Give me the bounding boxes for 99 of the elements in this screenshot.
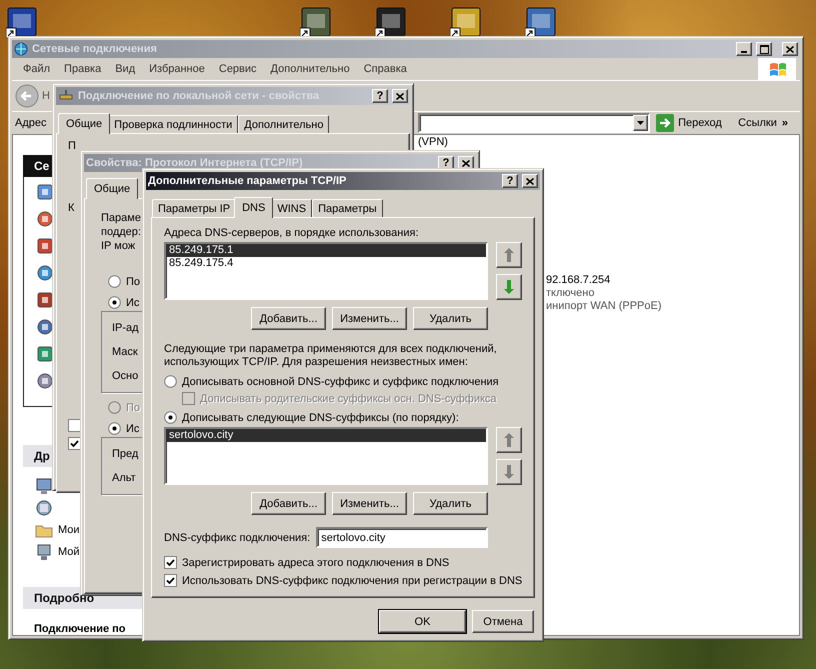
app-shortcut-icon[interactable] — [525, 6, 557, 38]
intro-text: Параме поддер: IP мож — [101, 211, 141, 253]
menu-item[interactable]: Избранное — [142, 63, 212, 75]
window-title: Сетевые подключения — [32, 43, 157, 55]
checkbox[interactable] — [68, 437, 81, 450]
checkbox-label: Зарегистрировать адреса этого подключения в DNS — [182, 556, 450, 568]
move-down-button[interactable] — [496, 274, 522, 300]
field-label: П — [68, 140, 76, 152]
radio-button[interactable] — [108, 275, 121, 288]
ok-button[interactable]: OK — [379, 610, 466, 633]
close-icon — [396, 92, 404, 100]
tab[interactable]: WINS — [271, 199, 312, 217]
back-button[interactable]: Н — [15, 84, 50, 108]
action-button[interactable]: Удалить — [413, 492, 488, 515]
down-arrow-icon — [504, 465, 514, 479]
close-button[interactable] — [392, 89, 408, 103]
app-shortcut-icon[interactable] — [375, 6, 407, 38]
maximize-icon — [760, 44, 768, 54]
option-label: Дописывать основной DNS-суффикс и суффикс подключения — [182, 376, 499, 388]
window-title: Дополнительные параметры TCP/IP — [148, 175, 346, 187]
radio-label: По — [126, 276, 140, 288]
group-heading: (VPN) — [418, 135, 448, 148]
menu-item[interactable]: Сервис — [212, 63, 264, 75]
up-arrow-icon — [504, 248, 514, 262]
note-text: Следующие три параметра применяются для всех подключений, использующих TCP/IP. Для разрешения неизвестных имен: — [164, 343, 498, 369]
up-arrow-icon — [504, 433, 514, 447]
list-item[interactable]: 85.249.175.1 — [166, 244, 486, 257]
suffix-field[interactable]: sertolovo.city — [316, 527, 488, 548]
action-button[interactable]: Добавить... — [251, 492, 326, 515]
list-box[interactable]: sertolovo.city — [164, 427, 488, 485]
task-pane-link[interactable]: Мой — [58, 546, 80, 558]
section-label: Адреса DNS-серверов, в порядке использования: — [164, 227, 420, 239]
list-item[interactable]: sertolovo.city — [166, 429, 486, 442]
field-label: DNS-суффикс подключения: — [164, 532, 310, 544]
radio-button[interactable] — [108, 296, 121, 309]
radio-button[interactable] — [164, 411, 177, 424]
field-label: Пред — [112, 448, 138, 460]
action-button[interactable]: Добавить... — [251, 307, 326, 330]
close-icon — [462, 160, 470, 166]
radio-button[interactable] — [164, 375, 177, 388]
option-label: Дописывать следующие DNS-суффиксы (по порядку): — [182, 412, 459, 424]
field-label: Осно — [112, 370, 138, 382]
tab[interactable]: Проверка подлинности — [108, 115, 238, 133]
cancel-button[interactable]: Отмена — [472, 610, 534, 633]
help-button[interactable]: ? — [502, 174, 518, 188]
detail-text: тключено — [546, 287, 594, 300]
links-label[interactable]: Ссылки — [738, 117, 777, 129]
radio-label: Ис — [126, 296, 140, 308]
checkbox[interactable] — [68, 419, 81, 432]
field-label: Альт — [112, 472, 136, 484]
dropdown-button[interactable] — [633, 115, 648, 131]
menu-item[interactable]: Дополнительно — [264, 63, 357, 75]
checkbox[interactable] — [164, 574, 177, 587]
checkbox-label: Использовать DNS-суффикс подключения при регистрации в DNS — [182, 574, 522, 586]
minimize-button[interactable] — [736, 42, 752, 56]
down-arrow-icon — [504, 280, 514, 294]
maximize-button[interactable] — [756, 42, 772, 56]
tab[interactable]: DNS — [234, 197, 274, 218]
radio-label: Ис — [126, 422, 140, 434]
flag-logo-icon — [768, 61, 786, 77]
action-button[interactable]: Изменить... — [332, 492, 407, 515]
app-shortcut-icon[interactable] — [300, 6, 332, 38]
ip-address-text: 92.168.7.254 — [546, 274, 610, 287]
close-button[interactable] — [522, 174, 538, 188]
app-shortcut-icon[interactable] — [6, 6, 38, 38]
help-button[interactable]: ? — [372, 89, 388, 103]
field-label: IP-ад — [112, 322, 139, 334]
option-label: Дописывать родительские суффиксы осн. DNS-суффикса — [200, 392, 497, 404]
menu-item[interactable]: Файл — [16, 63, 58, 75]
tab[interactable]: Общие — [86, 178, 138, 199]
close-icon — [526, 178, 534, 184]
menu-item[interactable]: Правка — [57, 63, 108, 75]
radio-label: По — [126, 402, 140, 414]
menu-item[interactable]: Справка — [356, 63, 414, 75]
action-button[interactable]: Удалить — [413, 307, 488, 330]
tab[interactable]: Общие — [58, 113, 110, 134]
list-item[interactable]: 85.249.175.4 — [166, 257, 486, 270]
field-label: Маск — [112, 346, 138, 358]
list-box[interactable]: 85.249.175.1 85.249.175.4 — [164, 242, 488, 300]
close-button[interactable] — [782, 42, 798, 56]
app-shortcut-icon[interactable] — [450, 6, 482, 38]
network-globe-icon — [14, 42, 28, 56]
details-title: Подключение по — [33, 622, 127, 635]
action-button[interactable]: Изменить... — [332, 307, 407, 330]
address-label: Адрес — [15, 117, 46, 129]
close-icon — [786, 46, 794, 52]
field-label: К — [68, 202, 74, 214]
go-button[interactable]: Переход — [652, 114, 730, 132]
tab[interactable]: Параметры IP — [152, 199, 236, 217]
chevron-icon[interactable]: » — [782, 117, 788, 129]
radio-button[interactable] — [108, 422, 121, 435]
checkbox[interactable] — [164, 556, 177, 569]
detail-text: инипорт WAN (PPPoE) — [546, 300, 662, 313]
dropdown-arrow-icon — [637, 121, 644, 125]
address-field[interactable] — [418, 113, 650, 133]
menu-item[interactable]: Вид — [108, 63, 142, 75]
task-pane-link[interactable]: Мои — [58, 524, 80, 536]
tab[interactable]: Дополнительно — [238, 115, 330, 133]
tab[interactable]: Параметры — [312, 199, 383, 217]
